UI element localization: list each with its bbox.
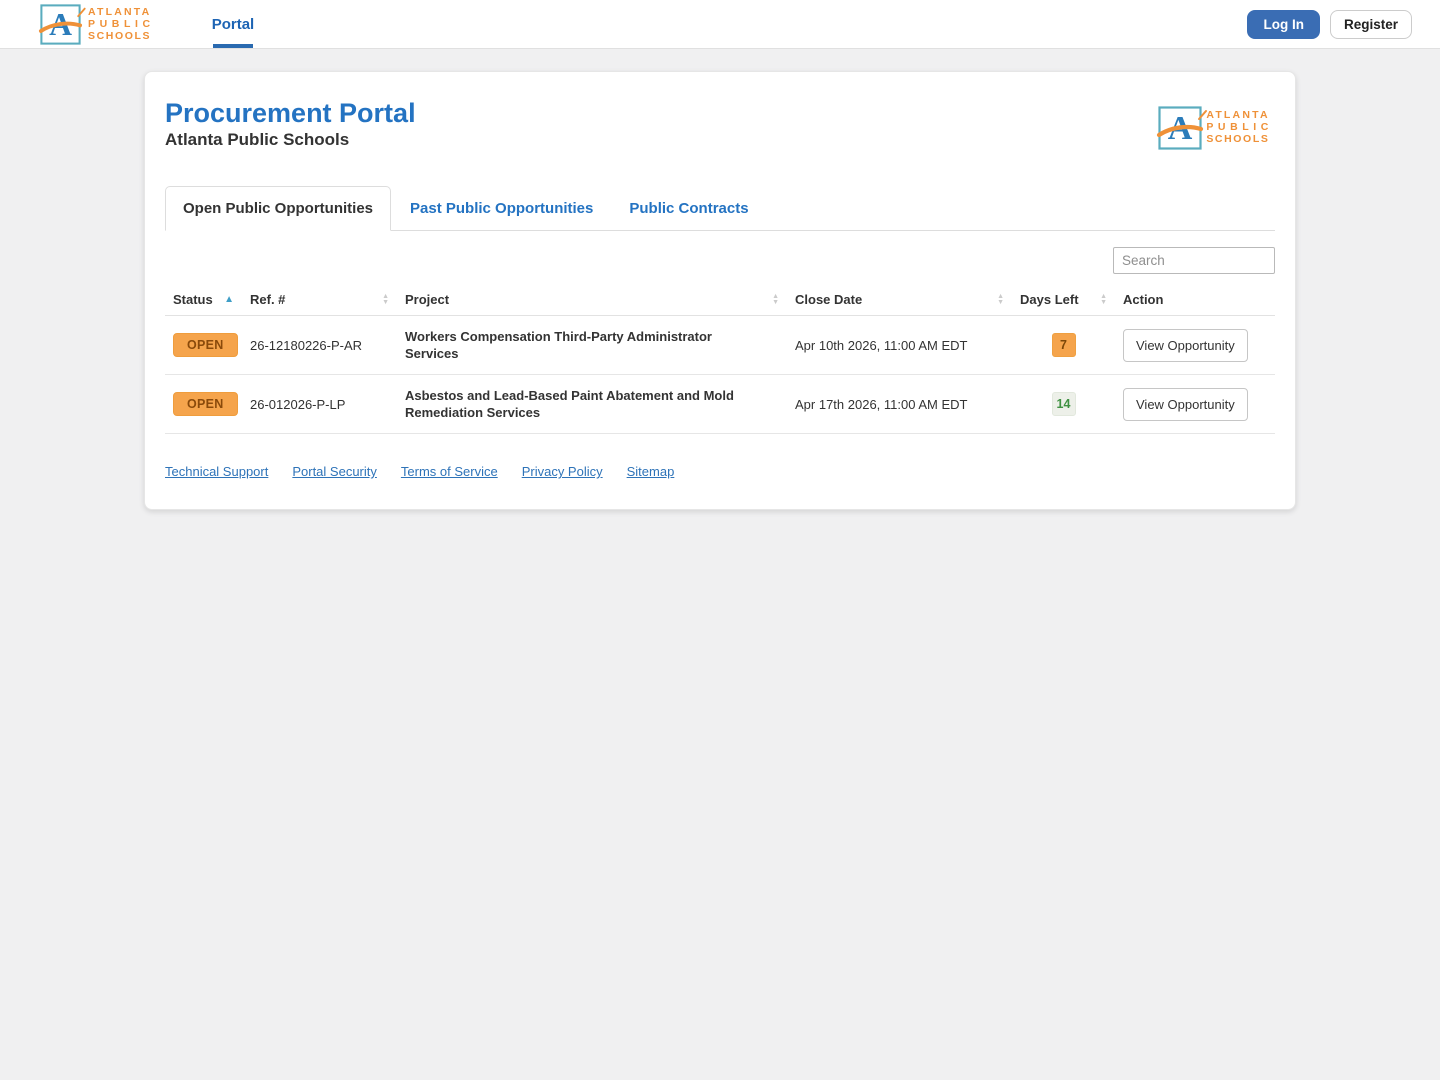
tab-open-public-opportunities[interactable]: Open Public Opportunities [165,186,392,231]
search-row [145,231,1295,284]
footer-link-terms-of-service[interactable]: Terms of Service [401,464,498,479]
column-label: Action [1123,292,1164,307]
top-navbar: A ATLANTA PUBLIC SCHOOLS Portal Log In R… [0,0,1440,49]
search-input[interactable] [1113,247,1275,274]
aps-logo-wordmark: ATLANTA PUBLIC SCHOOLS [1206,108,1273,145]
days-left-badge: 14 [1051,392,1076,416]
login-button[interactable]: Log In [1247,9,1320,39]
sort-icon: ▲ ▼ [997,292,1004,306]
ref-number: 26-12180226-P-AR [242,315,397,375]
opportunities-table: Status ▲ Ref. # ▲ ▼ Project ▲ ▼ Close Da… [165,284,1275,434]
aps-logo-mark-icon: A [38,3,86,45]
column-header-project[interactable]: Project ▲ ▼ [397,284,787,316]
view-opportunity-button[interactable]: View Opportunity [1123,387,1248,421]
nav-link-portal-label: Portal [211,15,255,33]
footer-link-privacy-policy[interactable]: Privacy Policy [522,464,603,479]
footer-link-technical-support[interactable]: Technical Support [165,464,268,479]
sort-icon: ▲ ▼ [1100,292,1107,306]
nav-link-portal[interactable]: Portal [210,0,257,48]
table-row: OPEN 26-012026-P-LP Asbestos and Lead-Ba… [165,374,1275,434]
register-button[interactable]: Register [1329,9,1412,39]
aps-logo: A ATLANTA PUBLIC SCHOOLS [38,3,155,45]
aps-logo-wordmark: ATLANTA PUBLIC SCHOOLS [88,6,155,42]
opportunities-table-wrap: Status ▲ Ref. # ▲ ▼ Project ▲ ▼ Close Da… [165,284,1275,434]
aps-logo-mark-icon: A [1157,106,1208,150]
view-opportunity-button[interactable]: View Opportunity [1123,328,1248,362]
auth-actions: Log In Register [1247,9,1412,39]
column-header-days-left[interactable]: Days Left ▲ ▼ [1012,284,1115,316]
aps-logo-secondary: A ATLANTA PUBLIC SCHOOLS [1157,106,1273,150]
column-header-action: Action [1115,284,1275,316]
days-left-badge: 7 [1051,333,1076,357]
card-header: Procurement Portal Atlanta Public School… [145,72,1295,170]
column-header-ref[interactable]: Ref. # ▲ ▼ [242,284,397,316]
column-label: Days Left [1020,292,1079,307]
tab-public-contracts[interactable]: Public Contracts [612,187,765,230]
column-label: Status [173,292,213,307]
page-subtitle: Atlanta Public Schools [165,130,350,149]
footer-link-portal-security[interactable]: Portal Security [292,464,377,479]
column-header-status[interactable]: Status ▲ [165,284,242,316]
sort-icon: ▲ ▼ [772,292,779,306]
project-title: Workers Compensation Third-Party Adminis… [397,315,787,375]
column-label: Close Date [795,292,863,307]
opportunity-tabs: Open Public Opportunities Past Public Op… [165,186,1275,231]
main-nav: Portal [210,0,257,48]
ref-number: 26-012026-P-LP [242,374,397,434]
table-row: OPEN 26-12180226-P-AR Workers Compensati… [165,315,1275,375]
column-label: Project [405,292,450,307]
active-tab-indicator [212,44,253,48]
page-title: Procurement Portal [165,98,416,128]
footer-link-sitemap[interactable]: Sitemap [627,464,675,479]
tab-past-public-opportunities[interactable]: Past Public Opportunities [393,187,610,230]
column-label: Ref. # [250,292,286,307]
column-header-close-date[interactable]: Close Date ▲ ▼ [787,284,1012,316]
card-footer: Technical Support Portal Security Terms … [145,434,1295,503]
sort-icon: ▲ ▼ [382,292,389,306]
procurement-portal-card: Procurement Portal Atlanta Public School… [144,71,1296,510]
project-title: Asbestos and Lead-Based Paint Abatement … [397,374,787,434]
status-badge: OPEN [173,333,238,357]
status-badge: OPEN [173,392,238,416]
close-date: Apr 10th 2026, 11:00 AM EDT [787,315,1012,375]
sort-ascending-icon: ▲ [224,293,234,305]
table-header-row: Status ▲ Ref. # ▲ ▼ Project ▲ ▼ Close Da… [165,284,1275,316]
close-date: Apr 17th 2026, 11:00 AM EDT [787,374,1012,434]
